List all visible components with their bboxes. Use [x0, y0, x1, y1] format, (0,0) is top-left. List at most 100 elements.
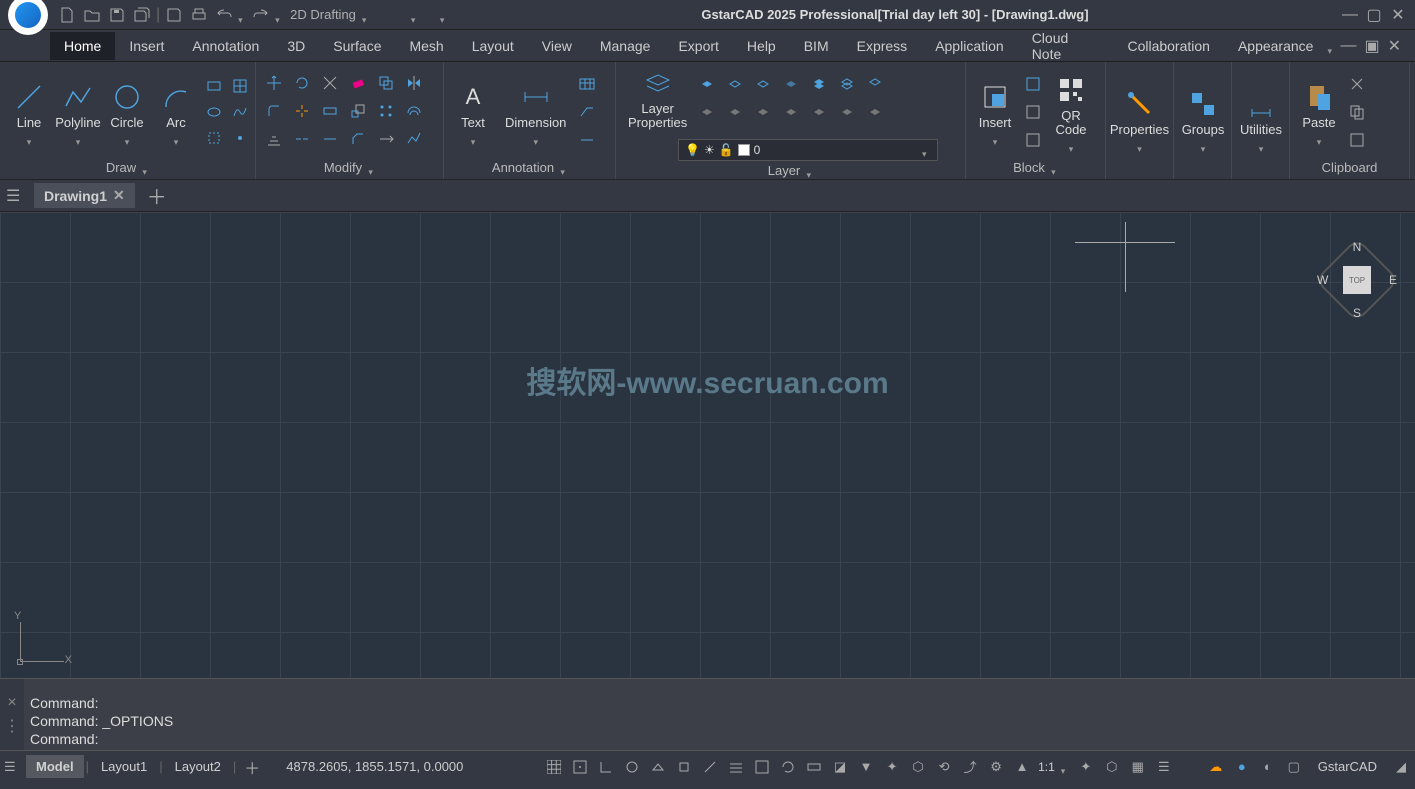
edit-block-icon[interactable] [1021, 100, 1045, 124]
qat-dropdown-2[interactable] [440, 10, 449, 19]
layer-e-icon[interactable] [807, 100, 831, 124]
doc-restore-button[interactable]: ▣ [1364, 36, 1379, 56]
new-file-icon[interactable] [56, 4, 78, 26]
layout-tab-layout1[interactable]: Layout1 [91, 755, 157, 778]
undo-dropdown[interactable] [238, 10, 247, 19]
rectangle-icon[interactable] [202, 74, 226, 98]
selection-filter-icon[interactable]: ▼ [856, 757, 876, 777]
rotate-icon[interactable] [290, 71, 314, 95]
tab-help[interactable]: Help [733, 32, 790, 60]
tab-surface[interactable]: Surface [319, 32, 395, 60]
appearance-menu[interactable]: Appearance [1224, 32, 1328, 60]
tray-icon[interactable]: ◢ [1391, 757, 1411, 777]
print-icon[interactable] [188, 4, 210, 26]
customize-status-icon[interactable]: ☰ [1154, 757, 1174, 777]
point-icon[interactable] [228, 126, 252, 150]
redo-icon[interactable] [250, 4, 272, 26]
copy-clip-icon[interactable] [1345, 100, 1369, 124]
layer-c-icon[interactable] [751, 100, 775, 124]
scale-icon[interactable] [346, 99, 370, 123]
erase-icon[interactable] [346, 71, 370, 95]
arc-button[interactable]: Arc [153, 80, 199, 145]
polar-toggle-icon[interactable] [622, 757, 642, 777]
viewcube-e[interactable]: E [1389, 273, 1397, 287]
saveas-icon[interactable] [163, 4, 185, 26]
ortho-toggle-icon[interactable] [596, 757, 616, 777]
spline-icon[interactable] [228, 100, 252, 124]
leader-icon[interactable] [575, 100, 599, 124]
layer-lock-icon[interactable] [751, 72, 775, 96]
open-file-icon[interactable] [81, 4, 103, 26]
array-icon[interactable] [374, 99, 398, 123]
cmd-close-icon[interactable]: × [7, 694, 16, 712]
cmd-prompt[interactable]: Command: [30, 730, 1409, 748]
layer-combo[interactable]: 💡 ☀ 🔓 0 [678, 139, 938, 161]
move-icon[interactable] [262, 71, 286, 95]
fillet-icon[interactable] [262, 99, 286, 123]
transparency-icon[interactable] [752, 757, 772, 777]
layer-iso-icon[interactable] [779, 72, 803, 96]
tab-insert[interactable]: Insert [115, 32, 178, 60]
create-block-icon[interactable] [1021, 72, 1045, 96]
redo-dropdown[interactable] [275, 10, 284, 19]
match-icon[interactable] [1345, 128, 1369, 152]
notification-icon[interactable]: ● [1232, 757, 1252, 777]
trim-icon[interactable] [318, 71, 342, 95]
panel-title-block[interactable]: Block [972, 158, 1099, 177]
circle-button[interactable]: Circle [104, 80, 150, 145]
attr-icon[interactable] [1021, 128, 1045, 152]
layout-tab-model[interactable]: Model [26, 755, 84, 778]
layout-tab-layout2[interactable]: Layout2 [165, 755, 231, 778]
layer-b-icon[interactable] [723, 100, 747, 124]
viewcube-s[interactable]: S [1353, 306, 1361, 320]
tab-home[interactable]: Home [50, 32, 115, 60]
tab-bim[interactable]: BIM [790, 32, 843, 60]
workspace-label[interactable]: 2D Drafting [290, 7, 356, 22]
save-icon[interactable] [106, 4, 128, 26]
properties-button[interactable]: Properties [1112, 87, 1167, 152]
polyline-button[interactable]: Polyline [55, 80, 101, 145]
chamfer-icon[interactable] [346, 127, 370, 151]
cycling-icon[interactable] [778, 757, 798, 777]
hardware-accel-icon[interactable]: ▦ [1128, 757, 1148, 777]
tab-3d[interactable]: 3D [273, 32, 319, 60]
drawing-area[interactable]: 搜软网-www.secruan.com Y X TOP N S E W [0, 212, 1415, 678]
copy-icon[interactable] [374, 71, 398, 95]
tab-view[interactable]: View [528, 32, 586, 60]
snap-toggle-icon[interactable] [570, 757, 590, 777]
isolate-icon[interactable]: ◐ [1258, 757, 1278, 777]
break-icon[interactable] [290, 127, 314, 151]
grid-toggle-icon[interactable] [544, 757, 564, 777]
qat-dropdown[interactable] [411, 10, 420, 19]
layout-menu-icon[interactable]: ☰ [4, 759, 26, 775]
dimension-button[interactable]: Dimension [499, 80, 572, 145]
osnap-icon[interactable] [674, 757, 694, 777]
panel-title-modify[interactable]: Modify [262, 158, 437, 177]
cloud-icon[interactable]: ☁ [1206, 757, 1226, 777]
layer-a-icon[interactable] [695, 100, 719, 124]
coordinates-display[interactable]: 4878.2605, 1855.1571, 0.0000 [286, 759, 463, 774]
stretch-icon[interactable] [318, 99, 342, 123]
utilities-button[interactable]: Utilities [1238, 87, 1284, 152]
close-tab-icon[interactable]: ✕ [113, 187, 125, 204]
anno-auto-icon[interactable]: ⤴ [960, 757, 980, 777]
groups-button[interactable]: Groups [1180, 87, 1226, 152]
panel-title-draw[interactable]: Draw [6, 158, 249, 177]
offset-icon[interactable] [402, 99, 426, 123]
magnifier-icon[interactable]: ✦ [1076, 757, 1096, 777]
command-window[interactable]: × ⋮ Command: Command: _OPTIONS Command: [0, 678, 1415, 750]
lineweight-icon[interactable] [726, 757, 746, 777]
line-button[interactable]: Line [6, 80, 52, 145]
tab-layout[interactable]: Layout [458, 32, 528, 60]
isodraft-icon[interactable] [648, 757, 668, 777]
saveall-icon[interactable] [131, 4, 153, 26]
layer-freeze-icon[interactable] [723, 72, 747, 96]
ellipse-icon[interactable] [202, 100, 226, 124]
close-button[interactable]: ✕ [1389, 6, 1407, 24]
minimize-button[interactable]: — [1341, 6, 1359, 24]
tab-collaboration[interactable]: Collaboration [1113, 32, 1224, 60]
tab-application[interactable]: Application [921, 32, 1018, 60]
insert-block-button[interactable]: Insert [972, 80, 1018, 145]
edit-polyline-icon[interactable] [402, 127, 426, 151]
workspace-icon[interactable]: ⚙ [986, 757, 1006, 777]
